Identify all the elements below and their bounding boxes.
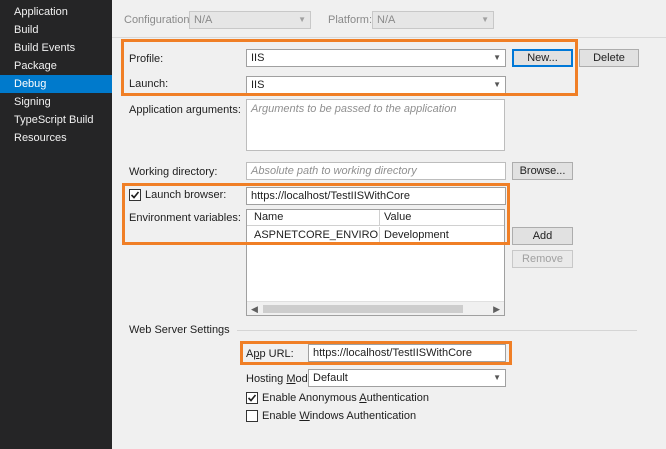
column-header-name[interactable]: Name [250, 210, 380, 226]
chevron-down-icon: ▼ [298, 15, 306, 24]
horizontal-scrollbar[interactable]: ◀ ▶ [247, 301, 504, 315]
working-dir-input[interactable]: Absolute path to working directory [246, 162, 506, 180]
hosting-model-select[interactable]: Default ▼ [308, 369, 506, 387]
platform-label: Platform: [328, 14, 373, 26]
chevron-down-icon: ▼ [493, 80, 501, 89]
sidebar-item-label: Build [14, 24, 39, 36]
chevron-down-icon: ▼ [481, 15, 489, 24]
sidebar-item-package[interactable]: Package [0, 57, 112, 75]
column-header-value[interactable]: Value [380, 210, 503, 226]
env-var-value-cell[interactable]: Development [380, 227, 503, 244]
launch-value: IIS [251, 79, 265, 91]
anonymous-auth-checkbox[interactable] [246, 392, 258, 404]
hosting-model-value: Default [313, 372, 348, 384]
sidebar-item-build[interactable]: Build [0, 21, 112, 39]
chevron-down-icon: ▼ [493, 53, 501, 62]
grid-header: Name Value [247, 210, 504, 226]
sidebar-item-label: Package [14, 60, 57, 72]
checkmark-icon [247, 394, 257, 402]
launch-browser-label: Launch browser: [145, 189, 227, 201]
new-profile-button[interactable]: New... [512, 49, 573, 67]
configuration-label: Configuration: [124, 14, 193, 26]
sidebar-item-build-events[interactable]: Build Events [0, 39, 112, 57]
launch-browser-checkbox[interactable] [129, 189, 141, 201]
scrollbar-thumb[interactable] [263, 305, 463, 313]
app-url-input[interactable]: https://localhost/TestIISWithCore [308, 344, 506, 362]
sidebar-item-label: Build Events [14, 42, 76, 54]
app-args-input[interactable]: Arguments to be passed to the applicatio… [246, 99, 505, 151]
windows-auth-label: Enable Windows Authentication [262, 410, 417, 422]
app-args-label: Application arguments: [129, 104, 241, 116]
launch-select[interactable]: IIS ▼ [246, 76, 506, 94]
env-vars-grid: Name Value ASPNETCORE_ENVIRONMENT Develo… [246, 209, 505, 316]
section-divider [237, 330, 637, 331]
windows-auth-checkbox[interactable] [246, 410, 258, 422]
scroll-right-icon[interactable]: ▶ [493, 303, 500, 315]
sidebar-item-label: Resources [14, 132, 67, 144]
anonymous-auth-label: Enable Anonymous Authentication [262, 392, 429, 404]
remove-env-var-button[interactable]: Remove [512, 250, 573, 268]
working-dir-label: Working directory: [129, 166, 218, 178]
delete-profile-button[interactable]: Delete [579, 49, 639, 67]
sidebar-item-resources[interactable]: Resources [0, 129, 112, 147]
sidebar-item-application[interactable]: Application [0, 3, 112, 21]
launch-browser-url-input[interactable]: https://localhost/TestIISWithCore [246, 187, 506, 205]
launch-label: Launch: [129, 78, 169, 90]
env-vars-label: Environment variables: [129, 212, 241, 224]
web-server-settings-title: Web Server Settings [129, 324, 230, 336]
platform-value: N/A [377, 14, 396, 26]
sidebar-item-debug[interactable]: Debug [0, 75, 118, 93]
scroll-left-icon[interactable]: ◀ [251, 303, 258, 315]
sidebar-item-typescript-build[interactable]: TypeScript Build [0, 111, 112, 129]
sidebar-item-label: Signing [14, 96, 51, 108]
sidebar-item-signing[interactable]: Signing [0, 93, 112, 111]
add-env-var-button[interactable]: Add [512, 227, 573, 245]
sidebar-item-label: TypeScript Build [14, 114, 94, 126]
platform-select[interactable]: N/A ▼ [372, 11, 494, 29]
chevron-down-icon: ▼ [493, 373, 501, 382]
configuration-select[interactable]: N/A ▼ [189, 11, 311, 29]
sidebar: Application Build Build Events Package D… [0, 0, 118, 449]
profile-value: IIS [251, 52, 265, 64]
sidebar-item-label: Application [14, 6, 68, 18]
app-url-label: App URL: [246, 348, 294, 360]
configuration-value: N/A [194, 14, 213, 26]
env-var-name-cell[interactable]: ASPNETCORE_ENVIRONMENT [250, 227, 380, 244]
profile-select[interactable]: IIS ▼ [246, 49, 506, 67]
sidebar-item-label: Debug [14, 78, 47, 90]
table-row[interactable]: ASPNETCORE_ENVIRONMENT Development [247, 227, 504, 244]
browse-button[interactable]: Browse... [512, 162, 573, 180]
checkmark-icon [130, 191, 140, 199]
profile-label: Profile: [129, 53, 164, 65]
